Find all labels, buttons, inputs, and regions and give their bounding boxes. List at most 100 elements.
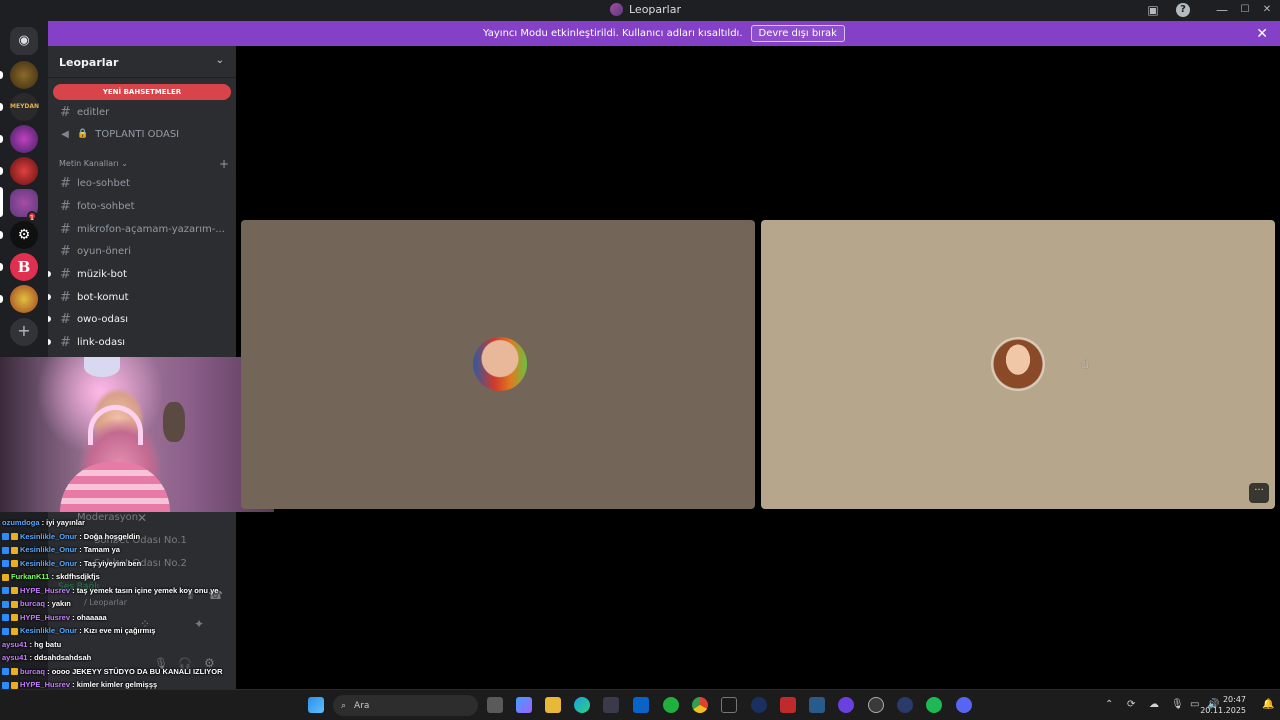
spotify-icon[interactable] xyxy=(926,697,942,713)
chat-message: HYPE_Husrev : ohaaaaa xyxy=(2,613,107,622)
file-explorer-icon[interactable] xyxy=(545,697,561,713)
server-icon-3[interactable] xyxy=(10,125,38,153)
chat-username: aysu41 xyxy=(2,653,28,662)
close-icon[interactable]: ✕ xyxy=(1256,26,1268,42)
xbox-icon[interactable] xyxy=(663,697,679,713)
lock-icon: 🔒 xyxy=(77,129,89,139)
task-view-icon[interactable] xyxy=(487,697,503,713)
taskbar-clock[interactable]: 20:47 20.11.2025 xyxy=(1200,694,1246,716)
channel-leo-sohbet[interactable]: # leo-sohbet xyxy=(48,173,236,193)
chat-username: Kesinlikle_Onur xyxy=(20,531,78,541)
new-mentions-button[interactable]: YENİ BAHSETMELER xyxy=(53,84,231,100)
notification-icon[interactable]: 🔔 xyxy=(1262,699,1274,710)
help-icon[interactable]: ? xyxy=(1176,3,1190,17)
app-icon-red[interactable] xyxy=(780,697,796,713)
server-unread-pill xyxy=(0,263,3,271)
chat-separator: : xyxy=(45,666,52,676)
hand-cursor-icon: ☝ xyxy=(1081,357,1089,372)
chat-text: ohaaaaa xyxy=(76,612,107,622)
prime-badge-icon xyxy=(2,681,9,689)
unread-indicator xyxy=(48,294,51,300)
windows-start-icon[interactable] xyxy=(308,697,324,713)
streamer-mode-banner: Yayıncı Modu etkinleştirildi. Kullanıcı … xyxy=(48,21,1280,46)
sub-badge-icon xyxy=(11,681,18,689)
channel-muzik-bot[interactable]: # müzik-bot xyxy=(48,264,236,284)
chat-message: FurkanK11 : skdfhsdjkfjs xyxy=(2,572,100,581)
server-icon-4[interactable] xyxy=(10,157,38,185)
category-text-channels[interactable]: Metin Kanalları ⌄ + xyxy=(59,157,229,171)
server-icon-1[interactable] xyxy=(10,61,38,89)
chat-username: HYPE_Husrev xyxy=(20,585,71,595)
guild-header[interactable]: Leoparlar ⌄ xyxy=(48,46,236,78)
badge-badge-icon xyxy=(11,627,18,635)
add-channel-icon[interactable]: + xyxy=(219,157,229,171)
server-icon-meydan[interactable]: MEYDAN xyxy=(10,93,39,121)
app-icon-blue[interactable] xyxy=(809,697,825,713)
webcam-overlay xyxy=(0,357,274,512)
onedrive-icon[interactable]: ☁ xyxy=(1149,699,1159,710)
sub-badge-icon xyxy=(11,587,18,595)
channel-link-odasi[interactable]: # link-odası xyxy=(48,332,236,352)
channel-owo-odasi[interactable]: # owo-odası xyxy=(48,309,236,329)
clock-time: 20:47 xyxy=(1222,695,1246,704)
microphone-icon[interactable]: 🎙 xyxy=(1171,699,1184,710)
wall-decoration xyxy=(163,402,185,442)
chat-text: oooo JEKEYY STÜDYO DA BU KANALI IZLIYOR xyxy=(51,666,223,676)
window-title: Leoparlar xyxy=(610,3,681,16)
maximize-button[interactable]: ☐ xyxy=(1238,3,1252,17)
taskbar: ⌕ Ara ⌃ ⟳ ☁ 🎙 ▭ 🔊 20:47 20.11.2025 🔔 xyxy=(0,689,1280,720)
edge-icon[interactable] xyxy=(574,697,590,713)
video-tile-right[interactable]: ☝ ··· xyxy=(761,220,1275,509)
more-options-button[interactable]: ··· xyxy=(1249,483,1269,503)
copilot-icon[interactable] xyxy=(516,697,532,713)
chat-username: Kesinlikle_Onur xyxy=(20,626,78,635)
add-server-icon[interactable]: + xyxy=(10,318,38,346)
channel-editler[interactable]: # editler xyxy=(48,102,236,122)
channel-foto-sohbet[interactable]: # foto-sohbet xyxy=(48,196,236,216)
tray-app-icon[interactable]: ⟳ xyxy=(1127,699,1135,710)
voice-channel-toplanti[interactable]: ◀ 🔒 TOPLANTI ODASI xyxy=(48,124,236,144)
channel-oyun-oneri[interactable]: # oyun-öneri xyxy=(48,241,236,261)
disable-streamer-mode-button[interactable]: Devre dışı bırak xyxy=(750,25,845,42)
taskbar-search[interactable]: ⌕ Ara xyxy=(333,695,478,716)
server-icon-b[interactable]: B xyxy=(10,253,38,281)
prime-badge-icon xyxy=(2,546,9,554)
chat-message: HYPE_Husrev : taş yemek tasın içine yeme… xyxy=(2,586,218,595)
channel-label: bot-komut xyxy=(77,291,129,303)
store-icon[interactable] xyxy=(603,697,619,713)
chrome-icon[interactable] xyxy=(692,697,708,713)
close-button[interactable]: ✕ xyxy=(1260,3,1274,17)
app-icon-dark[interactable] xyxy=(897,697,913,713)
chat-text: hg batu xyxy=(34,639,62,649)
chat-message: ozumdoga : iyi yayınlar xyxy=(2,518,85,527)
badge-badge-icon xyxy=(11,546,18,554)
chat-message: burcaq : yakın xyxy=(2,599,71,608)
chat-separator: : xyxy=(77,626,84,635)
server-selected-pill xyxy=(0,187,3,217)
minimize-button[interactable]: — xyxy=(1215,3,1229,17)
epic-games-icon[interactable] xyxy=(721,697,737,713)
server-unread-pill xyxy=(0,167,3,175)
hash-icon: # xyxy=(60,311,71,327)
chevron-up-icon[interactable]: ⌃ xyxy=(1105,699,1113,710)
chat-message: Kesinlikle_Onur : Kızı eve mi çağırmış xyxy=(2,626,155,635)
discord-taskbar-icon[interactable] xyxy=(956,697,972,713)
chat-message: HYPE_Husrev : kimler kimler gelmişşş xyxy=(2,680,157,689)
video-tile-left[interactable] xyxy=(241,220,755,509)
obs-icon[interactable] xyxy=(868,697,884,713)
sub-badge-icon xyxy=(11,668,18,676)
discord-window: Leoparlar ▣ ? — ☐ ✕ Yayıncı Modu etkinle… xyxy=(0,0,1280,720)
steam-icon[interactable] xyxy=(751,697,767,713)
outlook-icon[interactable] xyxy=(633,697,649,713)
app-icon-purple[interactable] xyxy=(838,697,854,713)
discord-home-icon[interactable]: ◉ xyxy=(10,27,38,55)
network-icon[interactable]: ▭ xyxy=(1190,699,1199,710)
channel-mikrofon[interactable]: # mikrofon-açamam-yazarım-... xyxy=(48,219,236,239)
chat-username: Kesinlikle_Onur xyxy=(20,545,78,554)
server-icon-6[interactable]: ⚙ xyxy=(10,221,38,249)
channel-bot-komut[interactable]: # bot-komut xyxy=(48,287,236,307)
hash-icon: # xyxy=(60,243,71,259)
chat-text: taş yemek tasın içine yemek koy onu ye xyxy=(76,585,219,595)
server-icon-8[interactable] xyxy=(10,285,38,313)
inbox-icon[interactable]: ▣ xyxy=(1146,3,1160,17)
